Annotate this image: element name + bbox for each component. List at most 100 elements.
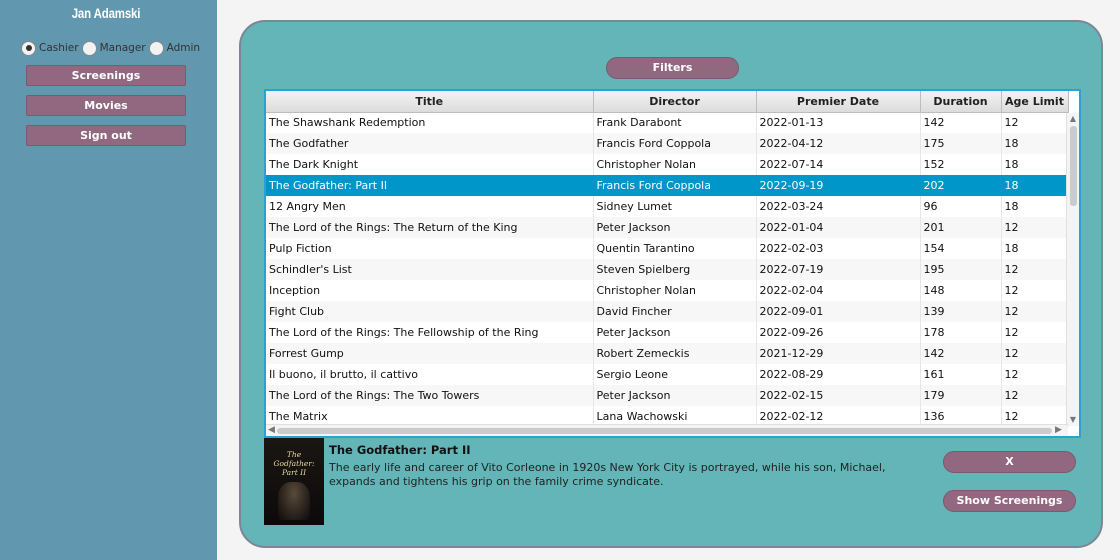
cell-director: Christopher Nolan xyxy=(593,154,757,175)
cell-title: The Dark Knight xyxy=(266,154,594,175)
cell-director: Francis Ford Coppola xyxy=(593,175,757,196)
horizontal-scroll-thumb[interactable] xyxy=(277,428,1052,434)
cell-title: 12 Angry Men xyxy=(266,196,594,217)
detail-description: The early life and career of Vito Corleo… xyxy=(329,461,886,488)
cell-premier-date: 2022-04-12 xyxy=(756,133,921,154)
cell-age-limit: 12 xyxy=(1001,301,1069,322)
manager-label: Manager xyxy=(99,42,146,54)
cell-duration: 148 xyxy=(920,280,1002,301)
cell-premier-date: 2022-02-04 xyxy=(756,280,921,301)
role-manager[interactable]: Manager xyxy=(81,40,149,56)
cell-title: The Lord of the Rings: The Fellowship of… xyxy=(266,322,594,343)
close-detail-button[interactable]: X xyxy=(943,451,1076,473)
table-row[interactable]: Il buono, il brutto, il cattivo Sergio Le… xyxy=(266,364,1069,385)
sidebar: Jan Adamski Cashier Manager Admin Screen… xyxy=(0,0,217,560)
sign-out-button[interactable]: Sign out xyxy=(26,125,186,146)
cell-age-limit: 12 xyxy=(1001,217,1069,238)
cell-title: Inception xyxy=(266,280,594,301)
cell-director: Quentin Tarantino xyxy=(593,238,757,259)
cell-title: The Godfather: Part II xyxy=(266,175,594,196)
cell-premier-date: 2022-01-04 xyxy=(756,217,921,238)
cell-title: The Lord of the Rings: The Return of the… xyxy=(266,217,594,238)
cell-director: Robert Zemeckis xyxy=(593,343,757,364)
screenings-button[interactable]: Screenings xyxy=(26,65,186,86)
scroll-left-icon[interactable]: ◀ xyxy=(268,425,275,436)
cell-premier-date: 2022-02-03 xyxy=(756,238,921,259)
cell-director: Steven Spielberg xyxy=(593,259,757,280)
cell-title: The Shawshank Redemption xyxy=(266,112,594,133)
table-header-row: Title Director Premier Date Duration Age… xyxy=(266,91,1069,113)
cell-duration: 202 xyxy=(920,175,1002,196)
cell-director: Christopher Nolan xyxy=(593,280,757,301)
cell-duration: 201 xyxy=(920,217,1002,238)
cell-director: Francis Ford Coppola xyxy=(593,133,757,154)
scroll-up-icon[interactable]: ▲ xyxy=(1067,114,1079,124)
cell-director: Frank Darabont xyxy=(593,112,757,133)
show-screenings-button[interactable]: Show Screenings xyxy=(943,490,1076,512)
poster-artwork-title: The Godfather: Part II xyxy=(273,450,315,477)
cashier-radio[interactable] xyxy=(21,40,36,56)
cell-age-limit: 18 xyxy=(1001,133,1069,154)
cell-director: Peter Jackson xyxy=(593,217,757,238)
admin-radio[interactable] xyxy=(148,40,164,56)
column-header-duration[interactable]: Duration xyxy=(920,91,1002,113)
cell-director: Sergio Leone xyxy=(593,364,757,385)
cell-duration: 154 xyxy=(920,238,1002,259)
table-row[interactable]: Fight Club David Fincher 2022-09-01 139 12 xyxy=(266,301,1069,322)
cell-premier-date: 2022-09-01 xyxy=(756,301,921,322)
filters-button[interactable]: Filters xyxy=(606,57,739,79)
cashier-label: Cashier xyxy=(39,42,79,54)
cell-title: Il buono, il brutto, il cattivo xyxy=(266,364,594,385)
table-row[interactable]: The Godfather Francis Ford Coppola 2022-04… xyxy=(266,133,1069,154)
table-row[interactable]: Schindler's List Steven Spielberg 2022-07-… xyxy=(266,259,1069,280)
manager-radio[interactable] xyxy=(81,40,97,56)
movies-button[interactable]: Movies xyxy=(26,95,186,116)
cell-title: Schindler's List xyxy=(266,259,594,280)
cell-duration: 175 xyxy=(920,133,1002,154)
table-row[interactable]: Pulp Fiction Quentin Tarantino 2022-02-03 1… xyxy=(266,238,1069,259)
table-row[interactable]: The Godfather: Part II Francis Ford Coppo… xyxy=(266,175,1069,196)
cell-duration: 139 xyxy=(920,301,1002,322)
cell-duration: 178 xyxy=(920,322,1002,343)
cell-title: The Godfather xyxy=(266,133,594,154)
table-row[interactable]: Inception Christopher Nolan 2022-02-04 148 1… xyxy=(266,280,1069,301)
cell-age-limit: 12 xyxy=(1001,322,1069,343)
table-row[interactable]: Forrest Gump Robert Zemeckis 2021-12-29 142… xyxy=(266,343,1069,364)
cell-duration: 142 xyxy=(920,112,1002,133)
table-row[interactable]: 12 Angry Men Sidney Lumet 2022-03-24 96 18 xyxy=(266,196,1069,217)
cell-duration: 96 xyxy=(920,196,1002,217)
detail-title: The Godfather: Part II xyxy=(329,443,471,457)
cell-title: The Lord of the Rings: The Two Towers xyxy=(266,385,594,406)
table-row[interactable]: The Lord of the Rings: The Fellowship of… xyxy=(266,322,1069,343)
vertical-scroll-thumb[interactable] xyxy=(1070,126,1077,206)
cell-age-limit: 12 xyxy=(1001,280,1069,301)
role-admin[interactable]: Admin xyxy=(148,40,203,56)
cell-duration: 195 xyxy=(920,259,1002,280)
role-cashier[interactable]: Cashier xyxy=(21,40,82,56)
vertical-scrollbar[interactable]: ▲ ▼ xyxy=(1066,113,1079,426)
column-header-premier-date[interactable]: Premier Date xyxy=(756,91,921,113)
column-header-age-limit[interactable]: Age Limit xyxy=(1001,91,1069,113)
cell-age-limit: 18 xyxy=(1001,175,1069,196)
admin-label: Admin xyxy=(166,42,201,54)
cell-premier-date: 2022-03-24 xyxy=(756,196,921,217)
cell-age-limit: 12 xyxy=(1001,364,1069,385)
table-row[interactable]: The Lord of the Rings: The Return of the… xyxy=(266,217,1069,238)
cell-duration: 142 xyxy=(920,343,1002,364)
scroll-right-icon[interactable]: ▶ xyxy=(1055,425,1062,436)
column-header-director[interactable]: Director xyxy=(593,91,757,113)
horizontal-scrollbar[interactable]: ◀ ▶ xyxy=(266,424,1068,436)
role-radio-group: Cashier Manager Admin xyxy=(21,40,203,56)
table-row[interactable]: The Dark Knight Christopher Nolan 2022-07-… xyxy=(266,154,1069,175)
cell-age-limit: 18 xyxy=(1001,154,1069,175)
cell-age-limit: 12 xyxy=(1001,112,1069,133)
cell-director: Sidney Lumet xyxy=(593,196,757,217)
cell-director: David Fincher xyxy=(593,301,757,322)
cell-title: Pulp Fiction xyxy=(266,238,594,259)
cell-title: Forrest Gump xyxy=(266,343,594,364)
column-header-title[interactable]: Title xyxy=(266,91,594,113)
scroll-down-icon[interactable]: ▼ xyxy=(1067,415,1079,425)
movie-poster-image: The Godfather: Part II xyxy=(264,438,324,525)
table-row[interactable]: The Shawshank Redemption Frank Darabont 20… xyxy=(266,112,1069,133)
table-row[interactable]: The Lord of the Rings: The Two Towers Pet… xyxy=(266,385,1069,406)
